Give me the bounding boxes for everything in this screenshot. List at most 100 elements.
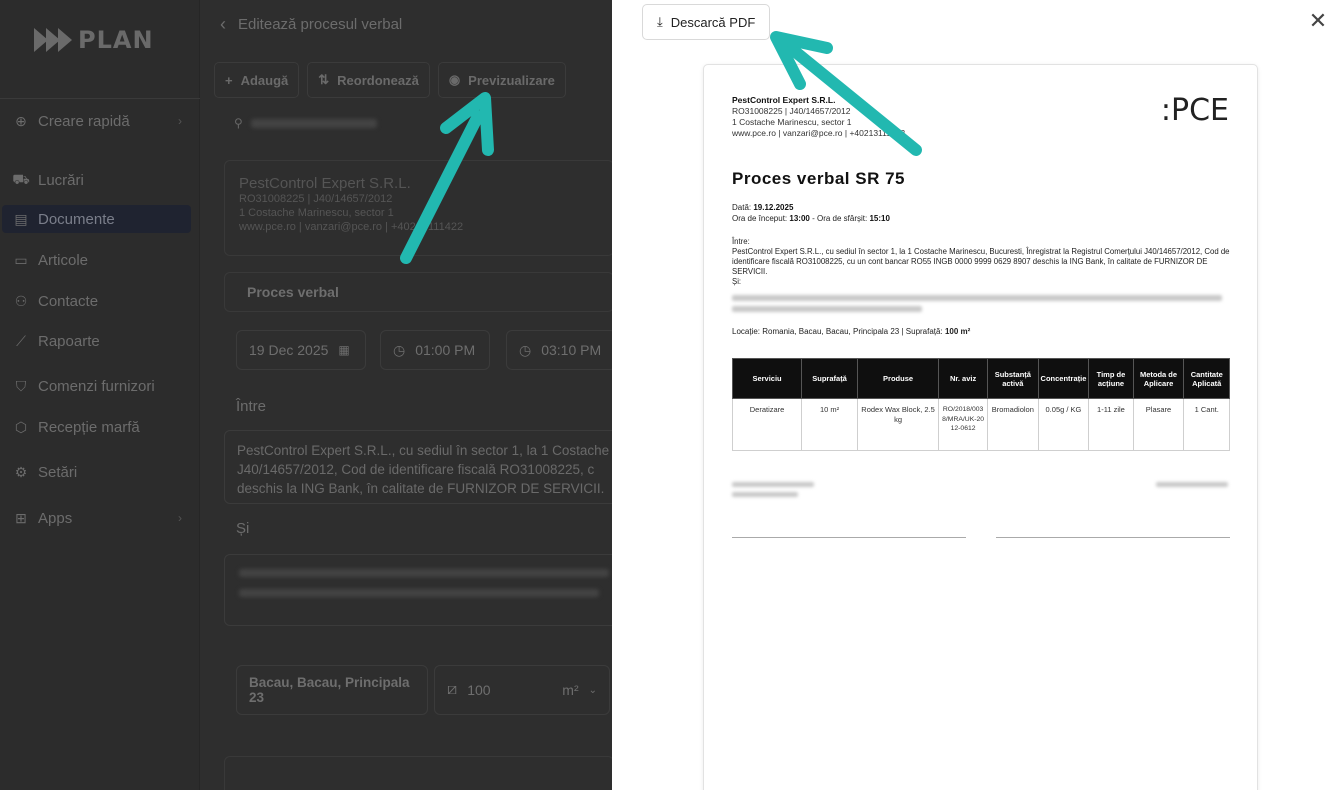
sidebar-item-apps[interactable]: ⊞ Apps › xyxy=(12,504,192,532)
between-textarea[interactable]: PestControl Expert S.R.L., cu sediul în … xyxy=(224,430,612,504)
preview-button-label: Previzualizare xyxy=(468,72,555,88)
assignee-row[interactable]: ⚲ xyxy=(234,116,377,130)
table-header: Cantitate Aplicată xyxy=(1183,358,1230,399)
sidebar-item-label: Comenzi furnizori xyxy=(38,377,155,395)
assignee-blurred xyxy=(250,118,377,128)
pdf-meta: Dată: 19.12.2025 Ora de început: 13:00 -… xyxy=(732,203,890,223)
and-blurred-line xyxy=(239,569,609,577)
sidebar-item-label: Creare rapidă xyxy=(38,112,130,130)
truck-icon: ⛟ xyxy=(12,170,30,187)
pdf-between-label: Între: xyxy=(732,237,750,246)
and-label: Și xyxy=(236,520,250,537)
document-icon: ▤ xyxy=(14,210,28,227)
end-time-field[interactable]: ◷ 03:10 PM xyxy=(506,330,612,370)
date-field[interactable]: 19 Dec 2025 ▦ xyxy=(236,330,366,370)
table-cell: 1-11 zile xyxy=(1088,398,1134,451)
app-logo: PLAN xyxy=(34,26,154,54)
pdf-company-ids: RO31008225 | J40/14657/2012 xyxy=(732,106,851,116)
sidebar-item-label: Recepție marfă xyxy=(38,418,140,436)
table-cell: Bromadiolon xyxy=(987,398,1039,451)
pdf-signature-line-client xyxy=(996,537,1230,538)
table-row: Deratizare 10 m² Rodex Wax Block, 2.5 kg… xyxy=(731,398,1230,451)
sidebar-item-label: Apps xyxy=(38,509,73,527)
pdf-page: PestControl Expert S.R.L. RO31008225 | J… xyxy=(703,64,1258,790)
sidebar-item-articole[interactable]: ▭ Articole xyxy=(12,246,192,274)
pdf-title: Proces verbal SR 75 xyxy=(732,169,905,188)
doc-type-value: Proces verbal xyxy=(247,284,339,300)
plus-icon: + xyxy=(225,72,233,88)
pdf-surface-value: 100 m² xyxy=(944,327,971,336)
pdf-location-label: Locație: xyxy=(732,327,761,336)
gear-icon: ⚙ xyxy=(14,463,28,480)
logo-chevrons-icon xyxy=(34,28,72,52)
and-textarea[interactable] xyxy=(224,554,612,626)
chevron-down-icon: ⌄ xyxy=(588,684,597,696)
sidebar-item-quick-create[interactable]: ⊕ Creare rapidă › xyxy=(12,107,192,135)
pdf-and-blurred-line xyxy=(732,306,922,312)
sidebar-item-comenzi-furnizori[interactable]: ⛉ Comenzi furnizori xyxy=(12,372,192,400)
sidebar-item-setari[interactable]: ⚙ Setări xyxy=(12,458,192,486)
between-line: deschis la ING Bank, în calitate de FURN… xyxy=(237,481,605,496)
pdf-date-value: 19.12.2025 xyxy=(753,203,794,212)
reorder-button-label: Reordonează xyxy=(337,72,419,88)
company-address: 1 Costache Marinescu, sector 1 xyxy=(239,207,394,219)
pdf-company-contact: www.pce.ro | vanzari@pce.ro | +402131114… xyxy=(732,128,906,138)
between-label: Între xyxy=(236,398,267,415)
editor-toolbar: + Adaugă ⇅ Reordonează ◉ Previzualizare xyxy=(214,62,566,98)
clock-icon: ◷ xyxy=(519,341,532,358)
pdf-services-table: Serviciu Suprafață Produse Nr. aviz Subs… xyxy=(731,358,1230,451)
pdf-and-label: Și: xyxy=(732,277,742,286)
plus-circle-icon: ⊕ xyxy=(15,112,27,129)
pdf-preview-modal: ⤓ Descarcă PDF ✕ PestControl Expert S.R.… xyxy=(612,0,1340,790)
sidebar-item-label: Lucrări xyxy=(38,171,84,189)
sidebar-item-label: Contacte xyxy=(38,292,99,310)
between-line: J40/14657/2012, Cod de identificare fisc… xyxy=(237,462,595,477)
table-header: Concentrație xyxy=(1037,358,1090,399)
page-title: Editează procesul verbal xyxy=(238,16,403,33)
download-pdf-label: Descarcă PDF xyxy=(670,14,756,30)
sidebar-item-label: Rapoarte xyxy=(38,332,100,350)
sidebar-item-documente[interactable]: ▤ Documente xyxy=(2,205,191,233)
reorder-button[interactable]: ⇅ Reordonează xyxy=(307,62,430,98)
location-value: Bacau, Bacau, Principala 23 xyxy=(249,675,410,705)
table-header: Metoda de Aplicare xyxy=(1132,358,1185,399)
pdf-company-name: PestControl Expert S.R.L. xyxy=(732,95,836,105)
calendar-icon: ▦ xyxy=(338,343,350,357)
sidebar-item-lucrari[interactable]: ⛟ Lucrări xyxy=(12,166,192,194)
sidebar-item-receptie-marfa[interactable]: ⬡ Recepție marfă xyxy=(12,413,192,441)
table-header: Produse xyxy=(857,358,940,399)
users-icon: ⚇ xyxy=(14,292,28,309)
pdf-company-address: 1 Costache Marinescu, sector 1 xyxy=(732,117,852,127)
sidebar-item-contacte[interactable]: ⚇ Contacte xyxy=(12,287,192,315)
cart-icon: ⛉ xyxy=(15,377,27,394)
table-header-row: Serviciu Suprafață Produse Nr. aviz Subs… xyxy=(731,358,1230,399)
table-cell: 10 m² xyxy=(801,398,859,451)
sidebar-item-label: Articole xyxy=(38,251,89,269)
start-time-field[interactable]: ◷ 01:00 PM xyxy=(380,330,490,370)
chart-icon: ⟋ xyxy=(16,332,26,349)
add-button[interactable]: + Adaugă xyxy=(214,62,300,98)
editor-app-background: PLAN ⊕ Creare rapidă › ⛟ Lucrări ▤ Docum… xyxy=(0,0,612,790)
doc-type-field[interactable]: Proces verbal xyxy=(224,272,612,312)
table-header: Suprafață xyxy=(801,358,859,399)
surface-unit[interactable]: m² xyxy=(562,682,578,698)
close-icon[interactable]: ✕ xyxy=(1306,8,1330,34)
pdf-location-value: Romania, Bacau, Bacau, Principala 23 xyxy=(762,327,900,336)
download-pdf-button[interactable]: ⤓ Descarcă PDF xyxy=(642,4,771,40)
sidebar-item-label: Setări xyxy=(38,463,78,481)
pdf-and-blurred-line xyxy=(732,295,1222,301)
next-section-card xyxy=(224,756,612,790)
preview-button[interactable]: ◉ Previzualizare xyxy=(437,62,566,98)
table-cell: 0.05g / KG xyxy=(1037,398,1090,451)
location-field[interactable]: Bacau, Bacau, Principala 23 xyxy=(236,665,428,715)
company-name: PestControl Expert S.R.L. xyxy=(239,175,411,192)
surface-field[interactable]: ⧄ 100 m² ⌄ xyxy=(434,665,610,715)
package-icon: ⬡ xyxy=(14,418,28,435)
sidebar-item-rapoarte[interactable]: ⟋ Rapoarte xyxy=(12,327,192,355)
surface-value: 100 xyxy=(467,682,491,698)
and-blurred-line xyxy=(239,589,599,597)
pdf-end-label: Ora de sfârșit: xyxy=(816,213,868,223)
sidebar-item-label: Documente xyxy=(38,210,115,228)
pdf-end-value: 15:10 xyxy=(869,213,890,223)
back-arrow-icon[interactable]: ‹ xyxy=(220,14,226,35)
